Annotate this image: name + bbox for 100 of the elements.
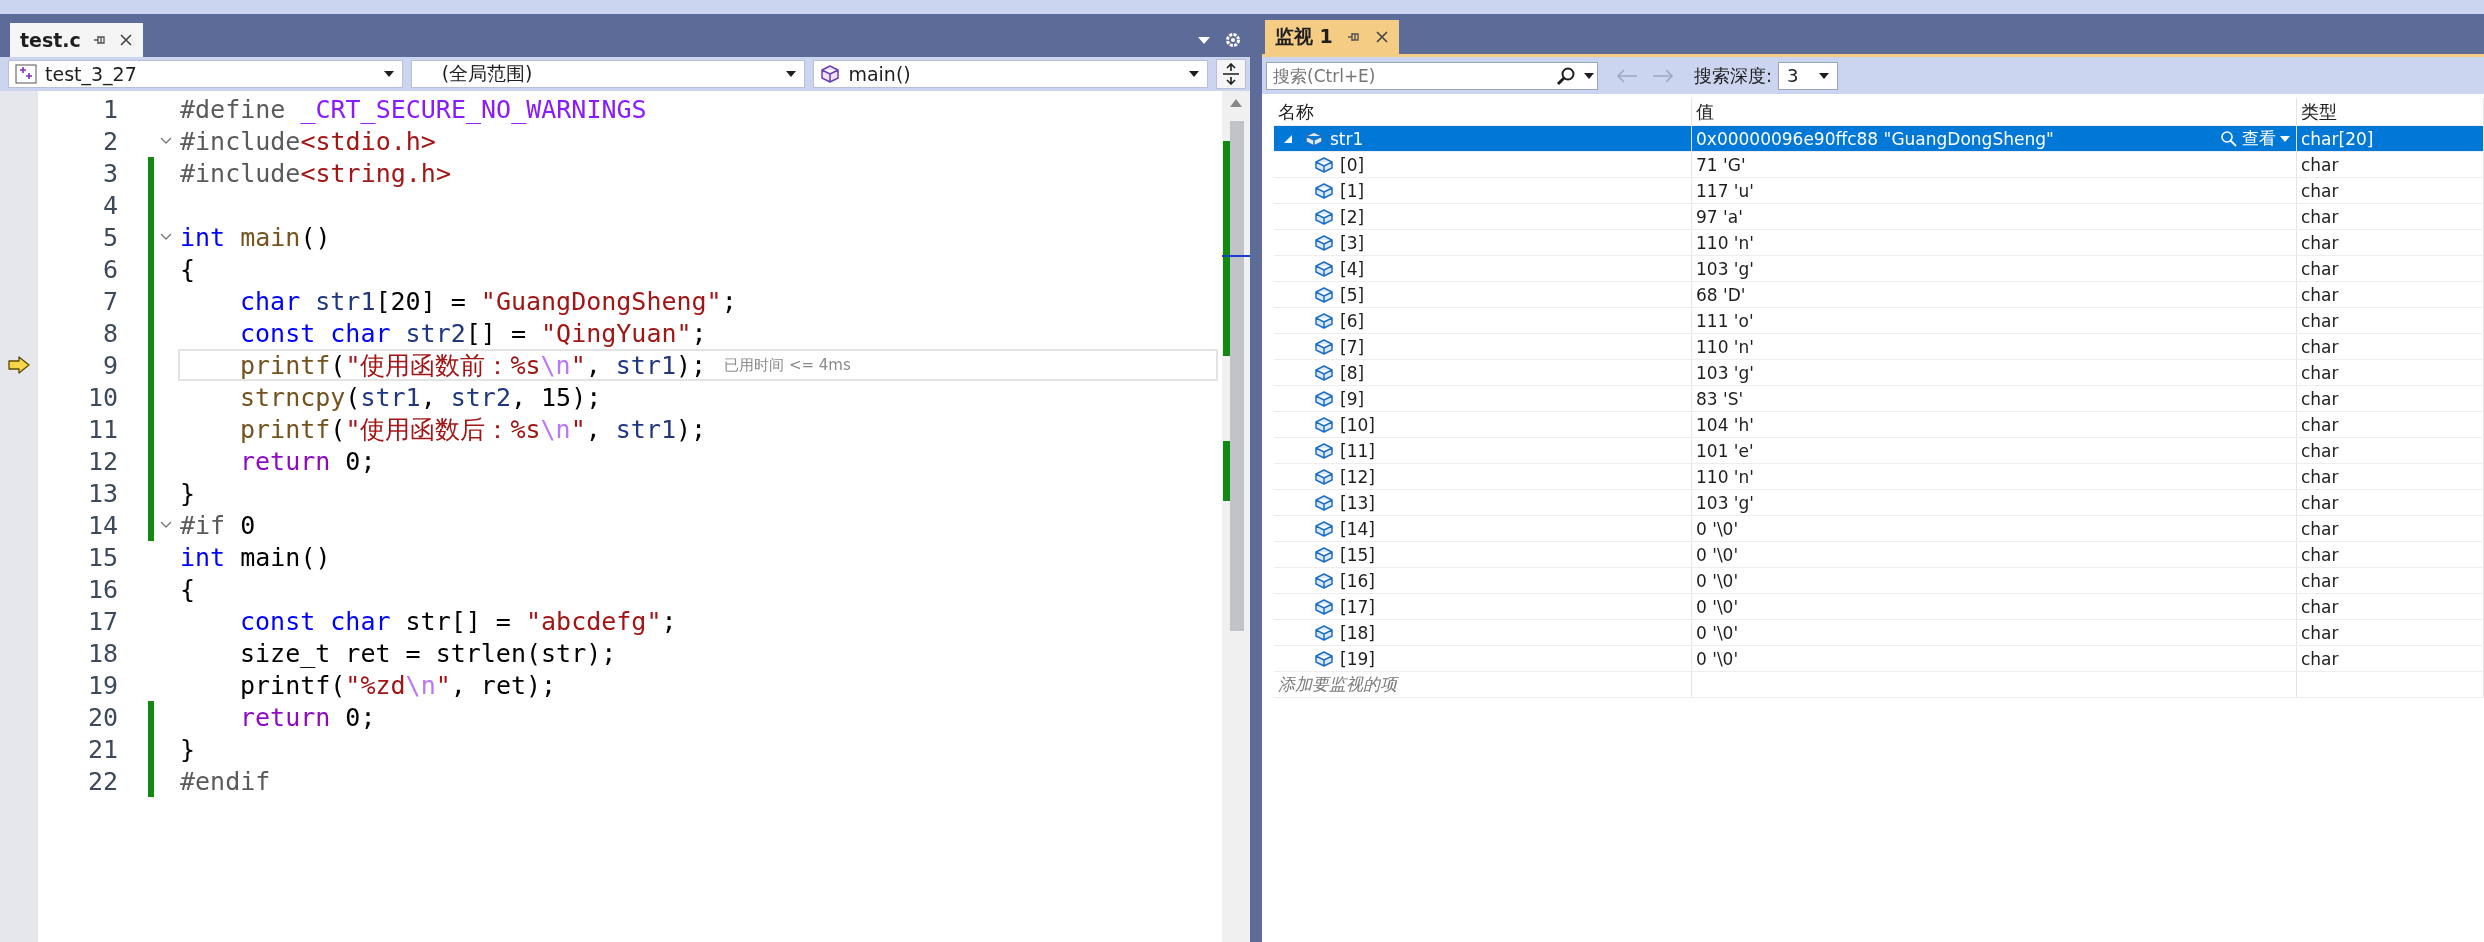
watch-row[interactable]: [11] 101 'e' char xyxy=(1274,438,2484,464)
watch-value: 0 '\0' xyxy=(1696,570,1739,591)
code-line: return 0; xyxy=(240,702,376,732)
caret-icon[interactable] xyxy=(1189,71,1200,77)
watch-tab[interactable]: 监视 1 xyxy=(1265,20,1399,54)
cube-icon xyxy=(1314,467,1334,486)
watch-row[interactable]: [14] 0 '\0' char xyxy=(1274,516,2484,542)
code-line: { xyxy=(180,574,196,604)
watch-type: char xyxy=(2301,258,2339,279)
pin-icon[interactable] xyxy=(1346,30,1361,44)
watch-name: [7] xyxy=(1340,336,1365,357)
caret-icon[interactable] xyxy=(383,71,394,77)
close-icon[interactable] xyxy=(118,33,133,47)
file-tab[interactable]: test.c xyxy=(10,23,143,57)
watch-row[interactable]: str1 0x00000096e90ffc88 "GuangDongSheng" 查看 char[20] xyxy=(1274,126,2484,152)
watch-value: 71 'G' xyxy=(1696,154,1746,175)
watch-name: [16] xyxy=(1340,570,1375,591)
watch-row[interactable]: [17] 0 '\0' char xyxy=(1274,594,2484,620)
project-dropdown[interactable]: test_3_27 xyxy=(8,60,403,88)
cube-icon xyxy=(1314,649,1334,668)
watch-row[interactable]: [0] 71 'G' char xyxy=(1274,152,2484,178)
watch-name: [13] xyxy=(1340,492,1375,513)
watch-type: char xyxy=(2301,570,2339,591)
watch-name: [19] xyxy=(1340,648,1375,669)
watch-type: char xyxy=(2301,466,2339,487)
watch-row[interactable]: [15] 0 '\0' char xyxy=(1274,542,2484,568)
watch-type: char xyxy=(2301,414,2339,435)
code-line: printf("%zd\n", ret); xyxy=(240,670,557,700)
watch-row[interactable]: [2] 97 'a' char xyxy=(1274,204,2484,230)
chevron-icon[interactable] xyxy=(159,232,173,242)
line-number: 6 xyxy=(101,254,118,284)
search-icon[interactable] xyxy=(1556,65,1576,86)
watch-row[interactable]: [12] 110 'n' char xyxy=(1274,464,2484,490)
line-number: 18 xyxy=(86,638,118,668)
line-number: 17 xyxy=(86,606,118,636)
code-line: #if 0 xyxy=(180,510,256,540)
add-watch-placeholder[interactable]: 添加要监视的项 xyxy=(1278,673,1397,696)
code-line: char str1[20] = "GuangDongSheng"; xyxy=(240,286,737,316)
watch-type: char[20] xyxy=(2301,128,2374,149)
line-number: 22 xyxy=(86,766,118,796)
search-field[interactable]: 搜索(Ctrl+E) xyxy=(1266,61,1598,90)
watch-row[interactable]: [3] 110 'n' char xyxy=(1274,230,2484,256)
caret-icon[interactable] xyxy=(1819,72,1830,79)
watch-type: char xyxy=(2301,180,2339,201)
watch-value: 104 'h' xyxy=(1696,414,1754,435)
column-header[interactable]: 值 xyxy=(1696,99,1714,124)
dropdown-icon[interactable] xyxy=(1198,36,1210,44)
watch-type: char xyxy=(2301,518,2339,539)
watch-type: char xyxy=(2301,336,2339,357)
member-dropdown[interactable]: main() xyxy=(813,60,1209,88)
scrollbar[interactable] xyxy=(1222,91,1250,942)
watch-name: [8] xyxy=(1340,362,1365,383)
watch-name: [4] xyxy=(1340,258,1365,279)
chevron-icon[interactable] xyxy=(159,520,173,530)
watch-row[interactable]: [19] 0 '\0' char xyxy=(1274,646,2484,672)
caret-icon[interactable] xyxy=(1584,72,1594,79)
code-line: int main() xyxy=(180,542,331,572)
cube-icon xyxy=(1314,597,1334,616)
column-header[interactable]: 名称 xyxy=(1278,99,1314,124)
line-number: 3 xyxy=(101,158,118,188)
cube-icon xyxy=(1314,493,1334,512)
cube-icon xyxy=(1314,233,1334,252)
watch-row[interactable]: [1] 117 'u' char xyxy=(1274,178,2484,204)
cube-icon xyxy=(1314,181,1334,200)
cube-icon xyxy=(1314,623,1334,642)
depth-dropdown[interactable]: 3 xyxy=(1778,61,1839,90)
split-button[interactable] xyxy=(1216,59,1246,89)
line-number: 12 xyxy=(86,446,118,476)
pin-icon[interactable] xyxy=(92,33,107,47)
watch-name: [2] xyxy=(1340,206,1365,227)
scope-dropdown[interactable]: (全局范围) xyxy=(410,60,806,88)
depth-label: 搜索深度: xyxy=(1694,63,1773,88)
scroll-thumb[interactable] xyxy=(1230,121,1244,631)
watch-row[interactable]: [18] 0 '\0' char xyxy=(1274,620,2484,646)
line-number: 10 xyxy=(86,382,118,412)
watch-row[interactable]: [8] 103 'g' char xyxy=(1274,360,2484,386)
code-line: #define _CRT_SECURE_NO_WARNINGS xyxy=(180,94,647,124)
settings-icon[interactable] xyxy=(1224,31,1242,49)
watch-row[interactable]: [5] 68 'D' char xyxy=(1274,282,2484,308)
column-header[interactable]: 类型 xyxy=(2301,99,2337,124)
watch-value: 117 'u' xyxy=(1696,180,1754,201)
line-number: 11 xyxy=(86,414,118,444)
code-line: const char str[] = "abcdefg"; xyxy=(240,606,677,636)
watch-row[interactable]: [9] 83 'S' char xyxy=(1274,386,2484,412)
watch-row[interactable]: [7] 110 'n' char xyxy=(1274,334,2484,360)
chevron-icon[interactable] xyxy=(159,136,173,146)
scroll-up-icon[interactable] xyxy=(1230,99,1242,107)
cube-icon xyxy=(1314,337,1334,356)
watch-row[interactable]: [10] 104 'h' char xyxy=(1274,412,2484,438)
watch-row[interactable]: [16] 0 '\0' char xyxy=(1274,568,2484,594)
watch-value: 103 'g' xyxy=(1696,258,1754,279)
watch-row[interactable]: [13] 103 'g' char xyxy=(1274,490,2484,516)
close-icon[interactable] xyxy=(1374,30,1389,44)
watch-row[interactable]: [4] 103 'g' char xyxy=(1274,256,2484,282)
line-number: 16 xyxy=(86,574,118,604)
watch-name: str1 xyxy=(1330,128,1364,149)
caret-icon[interactable] xyxy=(786,71,797,77)
watch-row[interactable]: [6] 111 'o' char xyxy=(1274,308,2484,334)
code-line: printf("使用函数前：%s\n", str1); xyxy=(240,349,707,382)
watch-type: char xyxy=(2301,284,2339,305)
